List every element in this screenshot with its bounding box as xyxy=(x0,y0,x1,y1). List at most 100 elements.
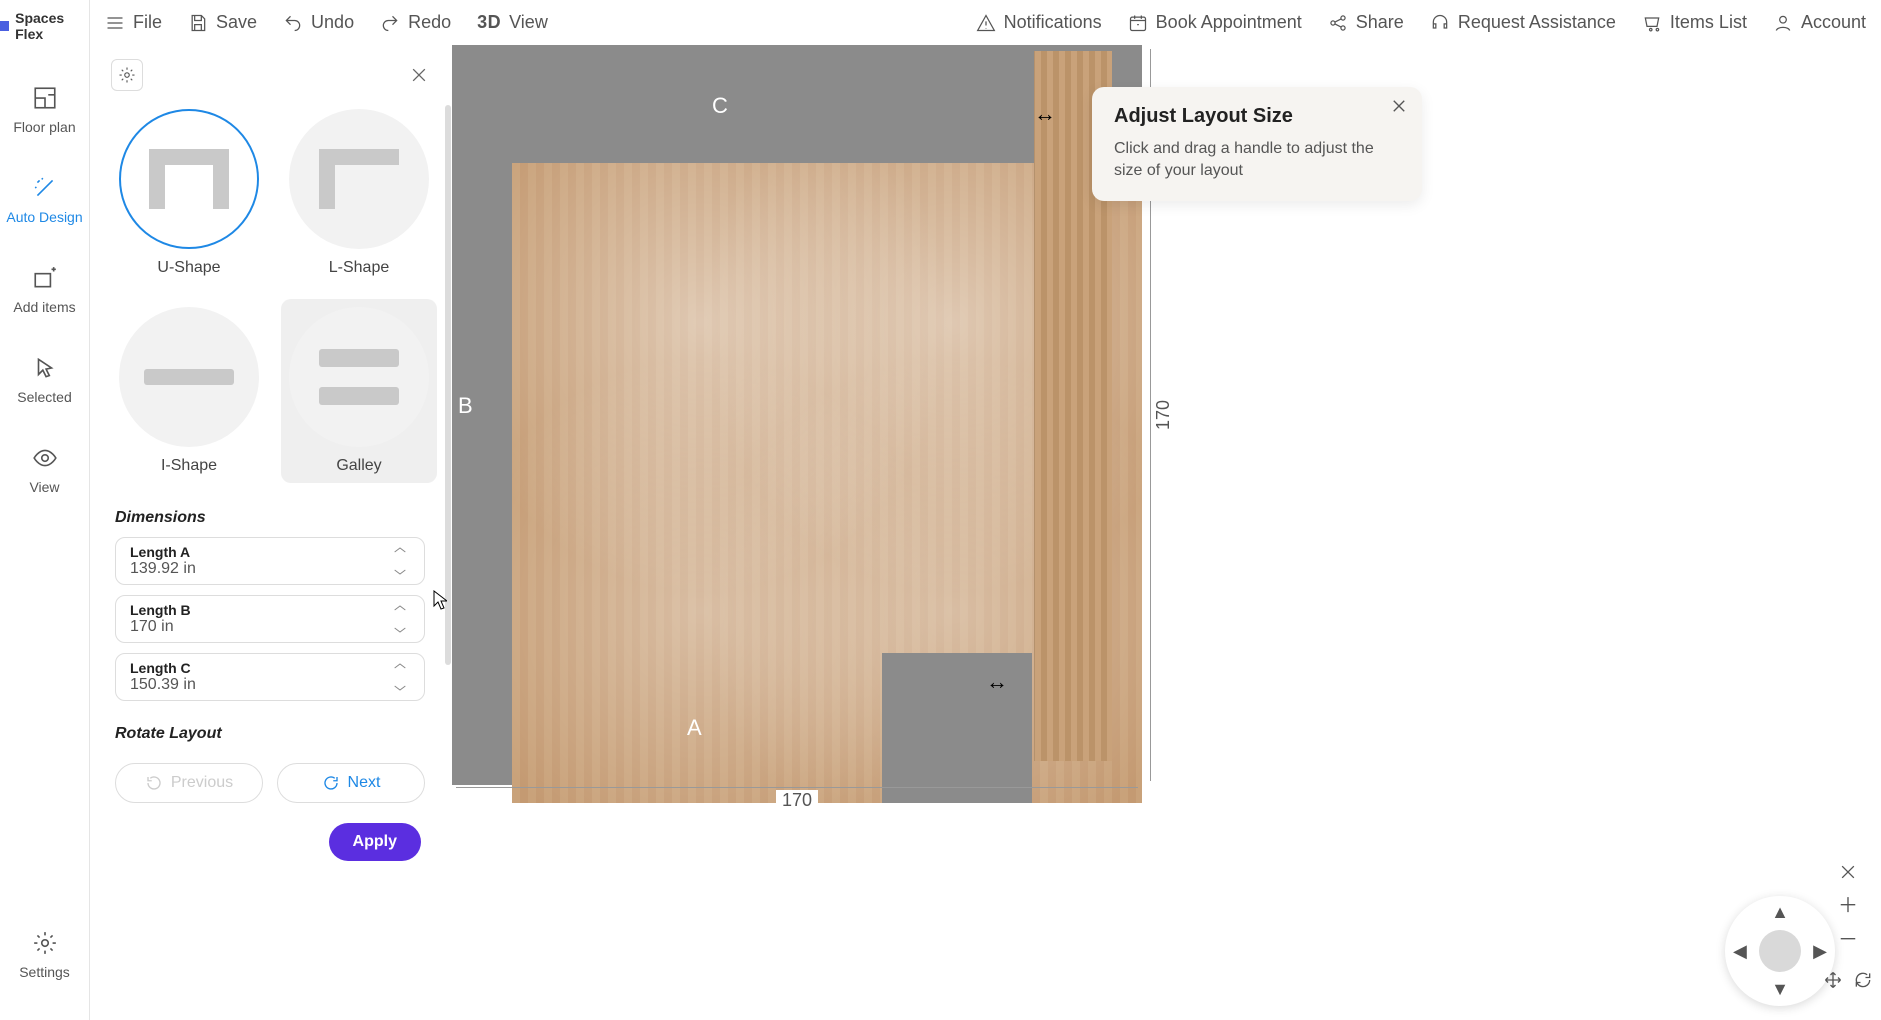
chevron-down-icon[interactable] xyxy=(392,566,408,578)
alert-icon xyxy=(976,13,996,33)
brand-logo: Spaces Flex xyxy=(0,10,89,42)
l-shape-icon xyxy=(319,149,399,209)
file-menu[interactable]: File xyxy=(105,12,162,33)
popover-close-button[interactable] xyxy=(1390,97,1408,115)
shape-u-preview xyxy=(119,109,259,249)
shape-l[interactable]: L-Shape xyxy=(281,101,437,285)
rotate-cw-icon xyxy=(322,774,340,792)
ruler-horizontal: 170 xyxy=(452,787,1142,813)
account-label: Account xyxy=(1801,12,1866,33)
save-button[interactable]: Save xyxy=(188,12,257,33)
nav-auto-design[interactable]: Auto Design xyxy=(0,155,90,245)
nav-floor-plan[interactable]: Floor plan xyxy=(0,65,90,155)
shape-i-label: I-Shape xyxy=(161,457,217,475)
nav-settings-label: Settings xyxy=(19,964,70,980)
length-a-stepper xyxy=(392,544,416,578)
wall-label-b: B xyxy=(458,393,473,419)
nav-settings[interactable]: Settings xyxy=(0,910,90,1000)
close-icon xyxy=(1838,862,1858,882)
toolbar-right-group: Notifications Book Appointment Share Req… xyxy=(976,12,1866,33)
toolbar-left-group: File Save Undo Redo 3D View xyxy=(105,12,548,33)
shape-galley-label: Galley xyxy=(336,457,381,475)
nav-left-button[interactable]: ◀ xyxy=(1733,941,1747,962)
panel-close-button[interactable] xyxy=(409,65,429,85)
chevron-down-icon[interactable] xyxy=(392,682,408,694)
notifications-label: Notifications xyxy=(1004,12,1102,33)
shape-u[interactable]: U-Shape xyxy=(111,101,267,285)
length-a-label: Length A xyxy=(130,544,380,560)
view-3d-toggle[interactable]: 3D View xyxy=(477,12,548,33)
shape-l-label: L-Shape xyxy=(329,259,390,277)
floor-plan-icon xyxy=(32,85,58,111)
save-icon xyxy=(188,13,208,33)
zoom-out-button[interactable]: － xyxy=(1838,930,1858,950)
shape-i-preview xyxy=(119,307,259,447)
request-assistance-button[interactable]: Request Assistance xyxy=(1430,12,1616,33)
resize-handle-top[interactable]: ↔ xyxy=(1034,101,1056,127)
dimensions-heading: Dimensions xyxy=(105,495,435,537)
rotate-previous-button[interactable]: Previous xyxy=(115,763,263,803)
undo-icon xyxy=(283,13,303,33)
rotate-next-label: Next xyxy=(348,774,381,792)
zoom-in-button[interactable]: ＋ xyxy=(1838,896,1858,916)
canvas-controls-close-button[interactable] xyxy=(1838,862,1858,882)
hamburger-icon xyxy=(105,13,125,33)
length-c-stepper xyxy=(392,660,416,694)
rotate-row: Previous Next xyxy=(105,753,435,813)
brand-text: Spaces Flex xyxy=(15,10,89,42)
user-icon xyxy=(1773,13,1793,33)
length-a-field[interactable]: Length A 139.92 in xyxy=(115,537,425,585)
design-canvas[interactable]: A B C ↔ ↔ 170 170 Adjust Layout Size Cli… xyxy=(452,45,1881,1020)
gear-icon xyxy=(118,66,136,84)
shape-picker-grid: U-Shape L-Shape I-Shape Galley xyxy=(105,101,435,495)
rotate-heading: Rotate Layout xyxy=(105,711,435,753)
nav-joystick[interactable] xyxy=(1759,930,1801,972)
nav-selected[interactable]: Selected xyxy=(0,335,90,425)
floor-notch xyxy=(882,653,1032,803)
length-c-field[interactable]: Length C 150.39 in xyxy=(115,653,425,701)
share-button[interactable]: Share xyxy=(1328,12,1404,33)
items-label: Items List xyxy=(1670,12,1747,33)
share-label: Share xyxy=(1356,12,1404,33)
shape-i[interactable]: I-Shape xyxy=(111,299,267,483)
refresh-icon[interactable] xyxy=(1853,970,1873,990)
panel-header xyxy=(105,55,435,95)
length-c-label: Length C xyxy=(130,660,380,676)
panel-settings-button[interactable] xyxy=(111,59,143,91)
length-a-value: 139.92 in xyxy=(130,560,380,578)
redo-button[interactable]: Redo xyxy=(380,12,451,33)
nav-up-button[interactable]: ▲ xyxy=(1771,902,1789,923)
panel-scrollbar[interactable] xyxy=(445,105,451,665)
request-label: Request Assistance xyxy=(1458,12,1616,33)
notifications-button[interactable]: Notifications xyxy=(976,12,1102,33)
rotate-ccw-icon xyxy=(145,774,163,792)
items-list-button[interactable]: Items List xyxy=(1642,12,1747,33)
nav-down-button[interactable]: ▼ xyxy=(1771,979,1789,1000)
view-nav-orb[interactable]: ▲ ▼ ◀ ▶ xyxy=(1725,896,1835,1006)
left-nav-rail: Spaces Flex Floor plan Auto Design Add i… xyxy=(0,0,90,1020)
length-b-field[interactable]: Length B 170 in xyxy=(115,595,425,643)
rotate-next-button[interactable]: Next xyxy=(277,763,425,803)
undo-button[interactable]: Undo xyxy=(283,12,354,33)
chevron-down-icon[interactable] xyxy=(392,624,408,636)
book-appointment-button[interactable]: Book Appointment xyxy=(1128,12,1302,33)
nav-add-items[interactable]: Add items xyxy=(0,245,90,335)
eye-icon xyxy=(32,445,58,471)
shape-l-preview xyxy=(289,109,429,249)
rotate-prev-label: Previous xyxy=(171,774,233,792)
apply-button[interactable]: Apply xyxy=(329,823,421,861)
nav-view[interactable]: View xyxy=(0,425,90,515)
shape-galley[interactable]: Galley xyxy=(281,299,437,483)
nav-view-label: View xyxy=(29,479,59,495)
resize-handle-bottom[interactable]: ↔ xyxy=(986,669,1008,695)
chevron-up-icon[interactable] xyxy=(392,602,408,614)
floor-stage[interactable]: A B C ↔ ↔ xyxy=(452,45,1142,785)
threed-prefix: 3D xyxy=(477,12,501,33)
pan-icon[interactable] xyxy=(1823,970,1843,990)
canvas-side-controls: ＋ － xyxy=(1823,862,1873,990)
wall-label-a: A xyxy=(687,715,702,741)
chevron-up-icon[interactable] xyxy=(392,660,408,672)
account-button[interactable]: Account xyxy=(1773,12,1866,33)
chevron-up-icon[interactable] xyxy=(392,544,408,556)
length-b-value: 170 in xyxy=(130,618,380,636)
